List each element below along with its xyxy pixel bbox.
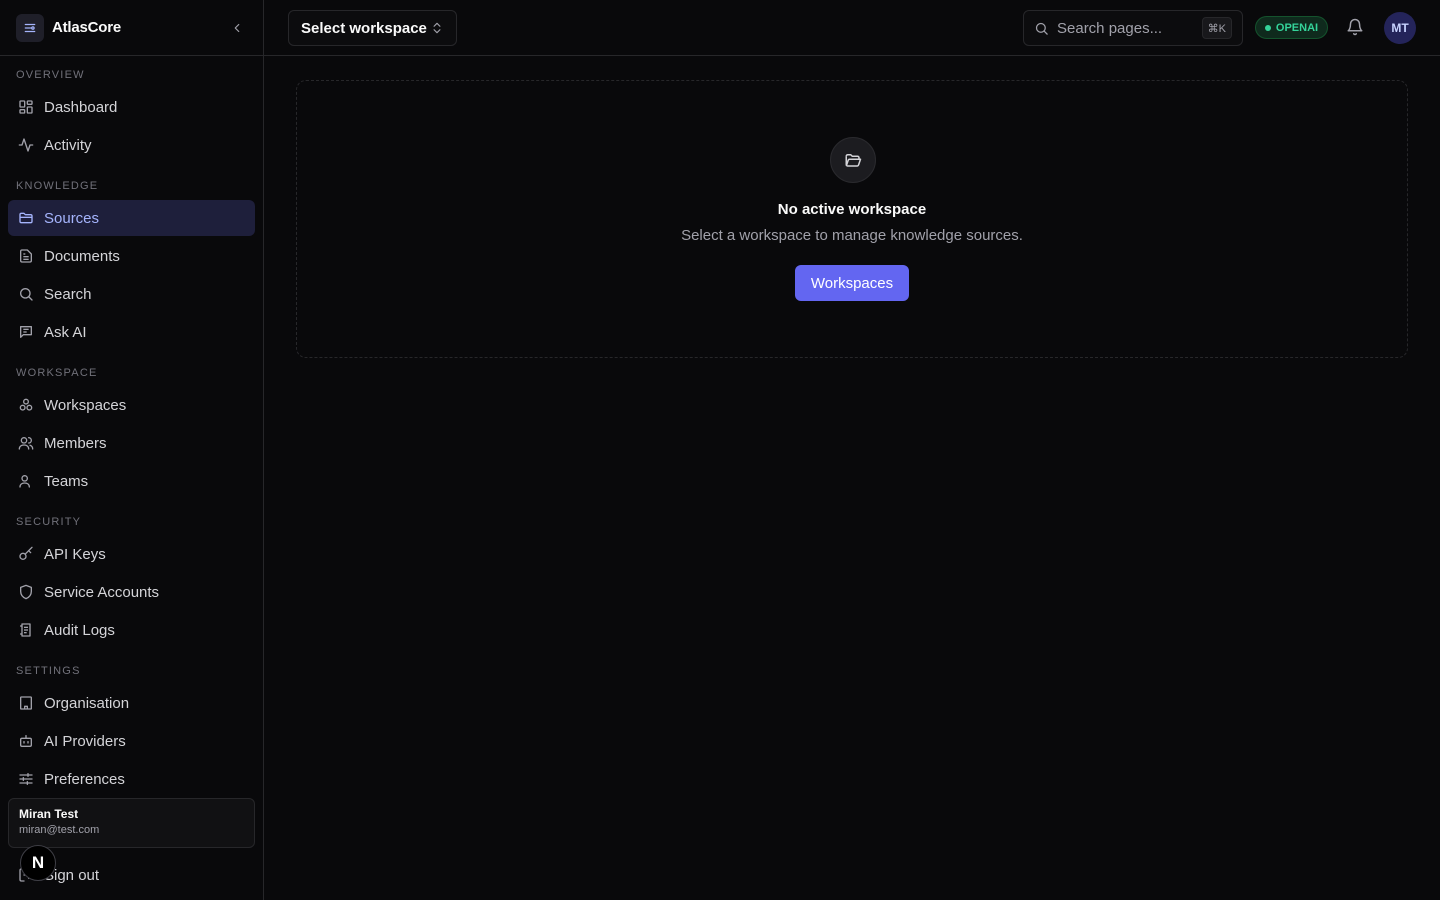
sidebar-item-organisation[interactable]: Organisation — [8, 685, 255, 721]
sidebar-item-members[interactable]: Members — [8, 425, 255, 461]
folder-open-icon — [830, 137, 876, 183]
sidebar-item-label: AI Providers — [44, 732, 126, 750]
search-icon — [1034, 21, 1049, 36]
workspaces-icon — [18, 397, 34, 413]
logs-icon — [18, 622, 34, 638]
sidebar-item-search[interactable]: Search — [8, 276, 255, 312]
sidebar-item-ask-ai[interactable]: Ask AI — [8, 314, 255, 350]
sidebar-item-sources[interactable]: Sources — [8, 200, 255, 236]
user-icon — [18, 473, 34, 489]
sidebar-item-label: Ask AI — [44, 323, 87, 341]
chat-icon — [18, 324, 34, 340]
status-dot — [1264, 24, 1271, 31]
sidebar-item-label: API Keys — [44, 545, 106, 563]
top-bar: Select workspace Search pages... ⌘K OPEN… — [264, 0, 1440, 56]
sidebar-item-teams[interactable]: Teams — [8, 463, 255, 499]
section-title-overview: OVERVIEW — [16, 69, 85, 81]
workspace-select[interactable]: Select workspace — [288, 10, 457, 46]
sidebar-item-documents[interactable]: Documents — [8, 238, 255, 274]
user-name: Miran Test — [19, 807, 79, 821]
search-shortcut: ⌘K — [1201, 17, 1232, 39]
sidebar-item-dashboard[interactable]: Dashboard — [8, 89, 255, 125]
sidebar-item-label: Service Accounts — [44, 583, 160, 601]
provider-status-badge: OPENAI — [1255, 16, 1328, 39]
search-placeholder: Search pages... — [1057, 19, 1163, 37]
section-title-security: SECURITY — [16, 516, 82, 528]
workspace-select-label: Select workspace — [301, 19, 427, 37]
bot-icon — [18, 733, 34, 749]
search-icon — [18, 286, 34, 302]
avatar[interactable]: MT — [1384, 12, 1416, 44]
sidebar-item-label: Audit Logs — [44, 621, 115, 639]
app-name: AtlasCore — [52, 19, 122, 36]
sidebar-item-service-accounts[interactable]: Service Accounts — [8, 574, 255, 610]
bell-icon[interactable] — [1346, 18, 1366, 38]
sidebar-item-activity[interactable]: Activity — [8, 127, 255, 163]
sidebar-item-label: Search — [44, 285, 92, 303]
sidebar-item-label: Teams — [44, 472, 89, 490]
user-card[interactable]: Miran Test miran@test.com — [8, 798, 255, 848]
folder-icon — [18, 210, 34, 226]
building-icon — [18, 695, 34, 711]
sidebar-nav: OVERVIEW Dashboard Activity KNOWLEDGE So… — [0, 56, 263, 789]
empty-state-title: No active workspace — [777, 201, 927, 218]
sidebar-item-label: Workspaces — [44, 396, 127, 414]
dashboard-icon — [18, 99, 34, 115]
section-title-workspace: WORKSPACE — [16, 367, 98, 379]
sidebar-item-label: Preferences — [44, 770, 125, 788]
floating-n-badge[interactable]: N — [20, 845, 56, 881]
provider-badge-label: OPENAI — [1275, 21, 1319, 34]
search-input[interactable]: Search pages... ⌘K — [1023, 10, 1243, 46]
logo-icon — [16, 13, 44, 42]
sidebar-item-label: Sources — [44, 209, 100, 227]
shield-icon — [18, 584, 34, 600]
sliders-icon — [18, 771, 34, 787]
section-title-knowledge: KNOWLEDGE — [16, 180, 99, 192]
users-icon — [18, 435, 34, 451]
sidebar: AtlasCore OVERVIEW Dashboard Activity KN… — [0, 0, 264, 900]
empty-state-description: Select a workspace to manage knowledge s… — [681, 227, 1023, 244]
sidebar-item-api-keys[interactable]: API Keys — [8, 536, 255, 572]
sidebar-item-label: Documents — [44, 247, 120, 265]
activity-icon — [18, 137, 34, 153]
section-title-settings: SETTINGS — [16, 665, 81, 677]
sidebar-item-label: Dashboard — [44, 98, 118, 116]
sidebar-item-preferences[interactable]: Preferences — [8, 761, 255, 789]
chevron-left-icon — [234, 23, 240, 33]
sidebar-item-workspaces[interactable]: Workspaces — [8, 387, 255, 423]
empty-state-card: No active workspace Select a workspace t… — [296, 80, 1408, 358]
workspaces-button[interactable]: Workspaces — [795, 265, 909, 301]
chevrons-up-down-icon — [430, 21, 444, 35]
sidebar-item-label: Organisation — [44, 694, 130, 712]
sidebar-item-label: Activity — [44, 136, 92, 154]
user-email: miran@test.com — [19, 824, 100, 836]
collapse-sidebar-button[interactable] — [227, 18, 247, 38]
brand-header: AtlasCore — [0, 0, 263, 56]
sidebar-item-audit-logs[interactable]: Audit Logs — [8, 612, 255, 648]
sidebar-item-ai-providers[interactable]: AI Providers — [8, 723, 255, 759]
sidebar-item-label: Members — [44, 434, 107, 452]
document-icon — [18, 248, 34, 264]
key-icon — [18, 546, 34, 562]
